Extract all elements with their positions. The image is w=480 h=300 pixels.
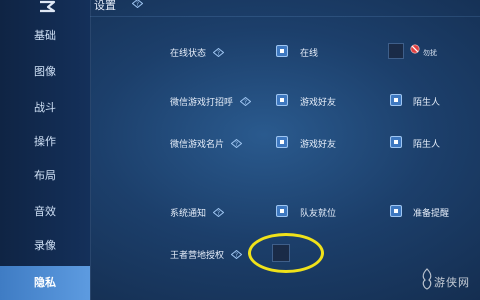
greet-friends-label: 游戏好友 (300, 98, 337, 108)
sidebar-item-privacy[interactable]: 隐私 (0, 266, 90, 300)
sidebar-item-sound[interactable]: 音效 (0, 198, 90, 226)
card-strangers-checkbox[interactable] (390, 136, 402, 148)
online-status-label: 在线状态 ? (170, 46, 224, 59)
online-checkbox[interactable] (276, 45, 288, 57)
sidebar-item-controls[interactable]: 操作 (0, 128, 90, 156)
sidebar-item-graphics[interactable]: 图像 (0, 58, 90, 86)
settings-screen: 基础 图像 战斗 操作 布局 音效 录像 隐私 设置 ? 在线状态 ? 在线 勿… (0, 0, 480, 300)
online-status-text: 在线状态 (170, 49, 207, 59)
camp-auth-text: 王者营地授权 (170, 251, 225, 261)
svg-text:?: ? (235, 141, 238, 148)
watermark-logo (422, 268, 432, 290)
help-icon[interactable]: ? (212, 48, 224, 57)
wechat-greet-text: 微信游戏打招呼 (170, 98, 234, 108)
do-not-disturb-checkbox[interactable] (388, 43, 404, 59)
watermark-text: 游侠网 (434, 276, 470, 289)
svg-text:?: ? (217, 50, 220, 57)
greet-strangers-label: 陌生人 (413, 98, 441, 108)
sidebar-item-replay[interactable]: 录像 (0, 232, 90, 260)
help-icon[interactable]: ? (132, 0, 143, 8)
do-not-disturb-label: 勿扰 (423, 49, 437, 57)
svg-text:?: ? (217, 210, 220, 217)
svg-text:?: ? (136, 1, 139, 8)
greet-strangers-checkbox[interactable] (390, 94, 402, 106)
wechat-greet-label: 微信游戏打招呼 ? (170, 95, 251, 108)
wechat-card-text: 微信游戏名片 (170, 140, 225, 150)
card-friends-checkbox[interactable] (276, 136, 288, 148)
ready-reminder-label: 准备提醒 (413, 209, 450, 219)
card-friends-label: 游戏好友 (300, 140, 337, 150)
card-strangers-label: 陌生人 (413, 140, 441, 150)
help-icon[interactable]: ? (230, 250, 242, 259)
wechat-card-label: 微信游戏名片 ? (170, 137, 242, 150)
system-notice-label: 系统通知 ? (170, 206, 224, 219)
greet-friends-checkbox[interactable] (276, 94, 288, 106)
system-notice-text: 系统通知 (170, 209, 207, 219)
help-icon[interactable]: ? (239, 97, 251, 106)
camp-auth-label: 王者营地授权 ? (170, 248, 242, 261)
online-option-label: 在线 (300, 49, 319, 59)
svg-text:?: ? (235, 252, 238, 259)
sidebar-item-basic[interactable]: 基础 (0, 22, 90, 50)
do-not-disturb-icon (410, 44, 420, 54)
highlight-circle (248, 233, 324, 273)
sidebar: 基础 图像 战斗 操作 布局 音效 录像 隐私 (0, 0, 91, 300)
help-icon[interactable]: ? (212, 208, 224, 217)
page-title: 设置 (94, 0, 116, 12)
ready-reminder-checkbox[interactable] (390, 205, 402, 217)
sidebar-item-layout[interactable]: 布局 (0, 162, 90, 190)
sidebar-item-combat[interactable]: 战斗 (0, 94, 90, 122)
help-icon[interactable]: ? (230, 139, 242, 148)
back-icon[interactable] (36, 0, 58, 14)
header-divider (90, 16, 480, 17)
teammate-ready-checkbox[interactable] (276, 205, 288, 217)
teammate-ready-label: 队友就位 (300, 209, 337, 219)
svg-text:?: ? (244, 99, 247, 106)
